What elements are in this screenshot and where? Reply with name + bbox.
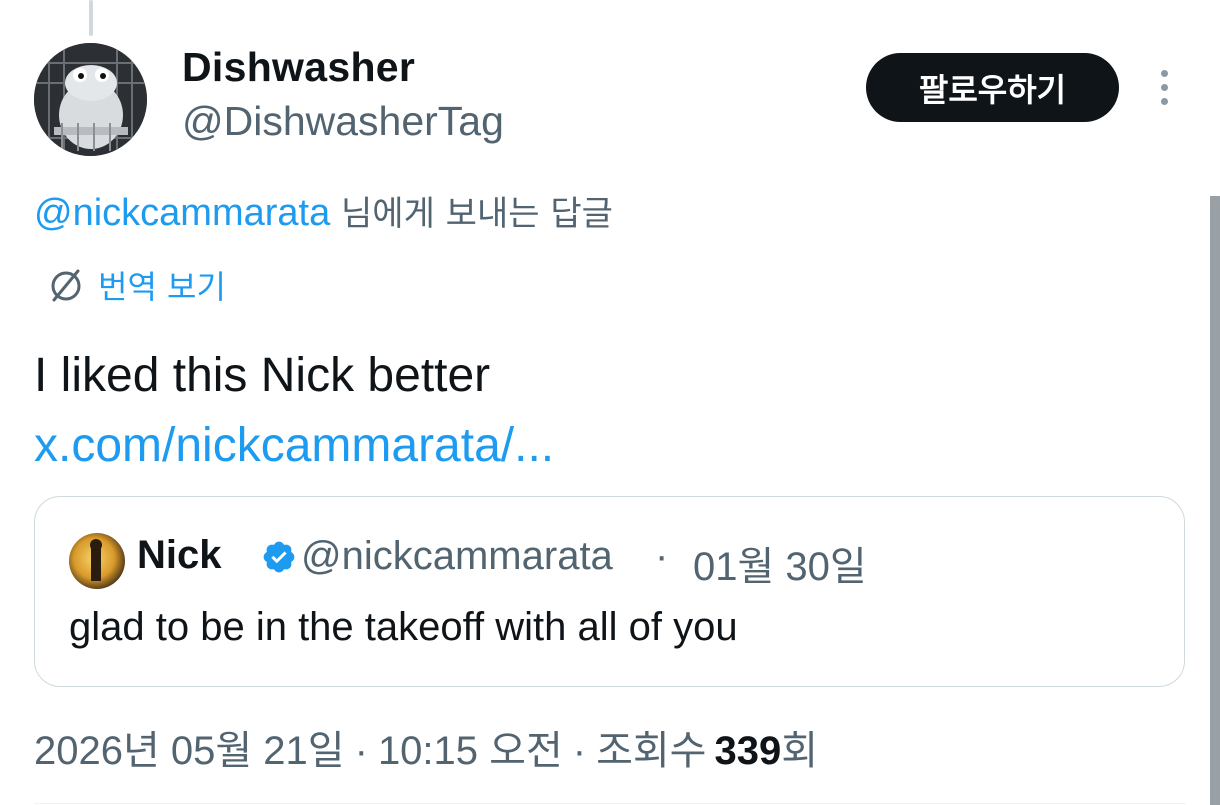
quoted-avatar-image — [69, 533, 125, 589]
views-suffix: 회 — [781, 729, 819, 773]
translate-label: 번역 보기 — [98, 268, 226, 306]
tweet-link[interactable]: x.com/nickcammarata/... — [34, 418, 554, 473]
quoted-tweet-text: glad to be in the takeoff with all of yo… — [69, 605, 738, 649]
tweet-detail-view: Dishwasher @DishwasherTag 팔로우하기 @nickcam… — [0, 0, 1220, 805]
views-count: 339 — [714, 729, 782, 773]
quoted-author-avatar[interactable] — [69, 533, 125, 589]
author-name[interactable]: Dishwasher — [182, 44, 415, 91]
meta-separator: · — [354, 729, 368, 773]
divider — [34, 803, 1186, 804]
reply-context-suffix: 님에게 보내는 답글 — [330, 194, 613, 234]
reply-mention-link[interactable]: @nickcammarata — [34, 192, 330, 234]
quoted-separator: · — [655, 534, 669, 578]
tweet-date[interactable]: 2026년 05월 21일 — [34, 718, 345, 776]
quoted-tweet-card[interactable]: Nick @nickcammarata · 01월 30일 glad to be… — [34, 496, 1185, 687]
thread-connector-line — [89, 0, 93, 36]
quoted-author-name[interactable]: Nick — [137, 533, 222, 578]
quoted-date[interactable]: 01월 30일 — [693, 534, 867, 592]
dishwasher-avatar-icon — [34, 43, 147, 156]
views-label: 조회수 — [596, 729, 707, 773]
globe-translate-icon — [51, 269, 81, 302]
tweet-text: I liked this Nick better — [34, 349, 491, 402]
more-options-button[interactable] — [1146, 62, 1182, 112]
tweet-time[interactable]: 10:15 오전 — [378, 718, 563, 776]
quoted-author-handle[interactable]: @nickcammarata — [301, 534, 613, 579]
verified-badge-icon — [263, 541, 295, 573]
follow-button[interactable]: 팔로우하기 — [866, 53, 1119, 122]
translate-link[interactable]: 번역 보기 — [46, 262, 226, 308]
more-dot-icon — [1160, 97, 1168, 105]
tweet-meta: 2026년 05월 21일 · 10:15 오전 · 조회수 339 회 — [34, 718, 818, 776]
more-dot-icon — [1160, 83, 1168, 91]
scrollbar[interactable] — [1210, 196, 1220, 805]
more-dot-icon — [1160, 69, 1168, 77]
author-handle[interactable]: @DishwasherTag — [182, 98, 504, 145]
reply-context: @nickcammarata 님에게 보내는 답글 — [34, 186, 613, 235]
meta-separator: · — [572, 729, 587, 773]
author-avatar[interactable] — [34, 43, 147, 156]
